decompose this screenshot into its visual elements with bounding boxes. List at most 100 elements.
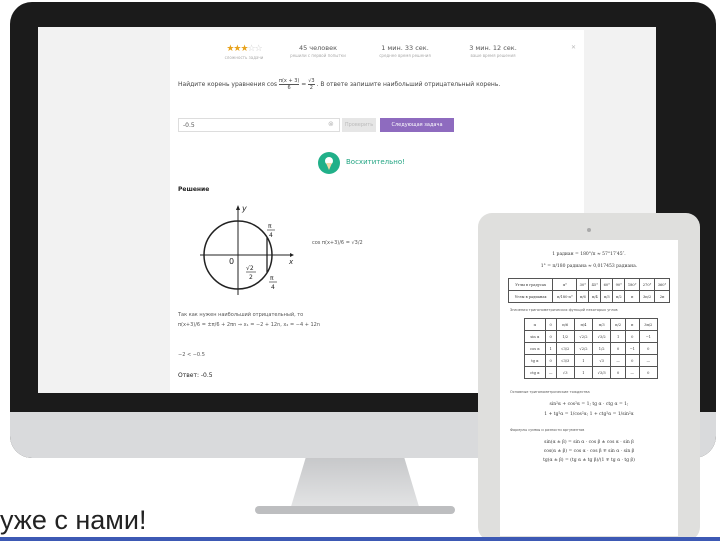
close-icon[interactable]: ✕ bbox=[571, 44, 576, 51]
fraction-numerator: π(x + 3) bbox=[278, 78, 300, 85]
table-cell: 0 bbox=[610, 366, 626, 379]
avg-time-label: среднее время решения bbox=[379, 53, 431, 58]
table-cell: 0 bbox=[624, 330, 640, 343]
monitor-stand bbox=[290, 458, 420, 510]
solved-stat: 45 человек решили с первой попытки bbox=[288, 44, 348, 58]
table-cell: π/180·α° bbox=[552, 290, 578, 303]
clear-icon[interactable]: ⊗ bbox=[328, 120, 334, 128]
angle-conversion-table: Углы в градусах α° 30° 45° 60° 90° 180° 270° 360… bbox=[507, 278, 670, 303]
monitor-base bbox=[255, 506, 455, 514]
table-cell: 1 bbox=[610, 330, 626, 343]
difficulty-stat: ★★★☆☆ сложность задачи bbox=[214, 44, 274, 60]
rhs-denominator: 2 bbox=[309, 85, 313, 91]
table-row: sin α 0 1/2 √2/2 √3/2 1 0 −1 bbox=[524, 330, 659, 343]
table-cell: 0 bbox=[544, 354, 557, 367]
fraction-denominator: 6 bbox=[287, 85, 291, 91]
solution-equation: cos π(x+3)/6 = √3/2 bbox=[312, 240, 363, 246]
sum-formula: sin(α ± β) = sin α · cos β ± cos α · sin… bbox=[544, 440, 634, 445]
bottom-accent-bar bbox=[0, 537, 720, 541]
table-row: cos α 1 √3/2 √2/2 1/2 0 −1 0 bbox=[524, 342, 659, 355]
table-cell: — bbox=[624, 366, 640, 379]
svg-text:y: y bbox=[241, 204, 247, 213]
table-cell: 45° bbox=[588, 278, 602, 291]
sum-formula: cos(α ± β) = cos α · cos β ∓ sin α · sin… bbox=[543, 449, 635, 454]
identity-line: 1 + tg²α = 1/cos²α; 1 + ctg²α = 1/sin²α bbox=[544, 412, 634, 417]
table-cell: 30° bbox=[576, 278, 590, 291]
svg-text:π: π bbox=[270, 275, 274, 282]
table-cell: 270° bbox=[639, 278, 656, 291]
answer-input[interactable]: -0.5 bbox=[178, 118, 340, 132]
solved-label: решили с первой попытки bbox=[290, 53, 346, 58]
table-cell: 1/2 bbox=[592, 342, 612, 355]
svg-text:0: 0 bbox=[229, 257, 234, 266]
task-text: Найдите корень уравнения cos π(x + 3) 6 =… bbox=[178, 78, 501, 91]
task-prefix: Найдите корень уравнения cos bbox=[178, 81, 278, 88]
solution-line: −2 < −0.5 bbox=[178, 352, 205, 358]
check-button[interactable]: Проверить bbox=[342, 118, 376, 132]
table-cell: 360° bbox=[654, 278, 670, 291]
table-cell: √2/2 bbox=[573, 330, 594, 343]
table-cell: 1 bbox=[573, 354, 594, 367]
table-cell: √2/2 bbox=[573, 342, 594, 355]
success-message: Восхитительно! bbox=[346, 158, 405, 166]
table-cell: 0 bbox=[638, 366, 659, 379]
difficulty-label: сложность задачи bbox=[224, 55, 264, 60]
table-cell: Углы в радианах bbox=[507, 290, 554, 303]
avg-time-stat: 1 мин. 33 сек. среднее время решения bbox=[370, 44, 440, 58]
table-cell: π/4 bbox=[573, 318, 594, 331]
unit-circle-diagram: y x 0 π 4 π 4 √2 2 bbox=[200, 204, 294, 295]
table-cell: 2π bbox=[654, 290, 670, 303]
answer-label: Ответ: -0.5 bbox=[178, 372, 213, 379]
table-cell: 0 bbox=[638, 342, 659, 355]
star-rating-icon: ★★★☆☆ bbox=[226, 44, 262, 54]
svg-text:2: 2 bbox=[249, 274, 253, 281]
table-cell: π/6 bbox=[555, 318, 575, 331]
table-cell: 0 bbox=[624, 354, 640, 367]
table-cell: √3/2 bbox=[592, 330, 612, 343]
table-cell: 3π/2 bbox=[638, 318, 659, 331]
sum-formula: tg(α ± β) = (tg α ± tg β)/(1 ∓ tg α · tg… bbox=[543, 458, 635, 463]
table-cell: √3 bbox=[592, 354, 612, 367]
your-time-label: ваше время решения bbox=[470, 53, 516, 58]
table-row: tg α 0 √3/3 1 √3—0— bbox=[524, 354, 659, 367]
table-cell: 60° bbox=[600, 278, 614, 291]
table-cell: √3/2 bbox=[555, 342, 575, 355]
solution-line: π(x+3)/6 = ±π/6 + 2πn ⇒ x₁ = −2 + 12n, x… bbox=[178, 322, 321, 328]
table-cell: π/2 bbox=[612, 290, 626, 303]
table-cell: π/3 bbox=[600, 290, 614, 303]
your-time-stat: 3 мин. 12 сек. ваше время решения bbox=[458, 44, 528, 58]
table-cell: π/3 bbox=[592, 318, 612, 331]
table-cell: 0 bbox=[610, 342, 626, 355]
tablet-camera bbox=[587, 228, 591, 232]
table-cell: Углы в градусах bbox=[507, 278, 554, 291]
table-cell: π/4 bbox=[588, 290, 602, 303]
your-time-value: 3 мин. 12 сек. bbox=[469, 44, 517, 52]
table-cell: π/6 bbox=[576, 290, 590, 303]
table-cell: 3π/2 bbox=[639, 290, 656, 303]
table-cell: √3/3 bbox=[592, 366, 612, 379]
table-cell: π bbox=[624, 318, 640, 331]
table-cell: — bbox=[610, 354, 626, 367]
task-fraction: π(x + 3) 6 bbox=[278, 78, 300, 91]
svg-text:4: 4 bbox=[269, 232, 273, 239]
avg-time-value: 1 мин. 33 сек. bbox=[381, 44, 429, 52]
identity-line: sin²α + cos²α = 1; tg α · ctg α = 1; bbox=[549, 402, 629, 407]
table-cell: 0 bbox=[544, 330, 557, 343]
trig-values-table: α 0 π/6 π/4 π/3 π/2 π 3π/2 sin α 0 1/2 √2/2 √3/2 1 0 −1… bbox=[524, 318, 659, 379]
table-cell: cos α bbox=[524, 342, 546, 355]
svg-text:π: π bbox=[268, 223, 272, 230]
solution-title: Решение bbox=[178, 186, 210, 193]
task-suffix: . В ответе запишите наибольший отрицател… bbox=[316, 81, 501, 88]
table-cell: π bbox=[624, 290, 641, 303]
table-cell: −1 bbox=[624, 342, 640, 355]
trig-values-caption: Значения тригонометрических функций неко… bbox=[510, 308, 618, 312]
svg-text:4: 4 bbox=[271, 284, 275, 291]
table-cell: sin α bbox=[524, 330, 546, 343]
table-cell: α° bbox=[552, 278, 578, 291]
table-cell: 1/2 bbox=[555, 330, 575, 343]
radian-definition: 1 радиан = 180°/π ≈ 57°17′45″. bbox=[552, 252, 626, 257]
identities-caption: Основные тригонометрические тождества bbox=[510, 390, 590, 394]
next-task-button[interactable]: Следующая задача bbox=[380, 118, 454, 132]
table-cell: 90° bbox=[612, 278, 626, 291]
table-cell: ctg α bbox=[524, 366, 546, 379]
